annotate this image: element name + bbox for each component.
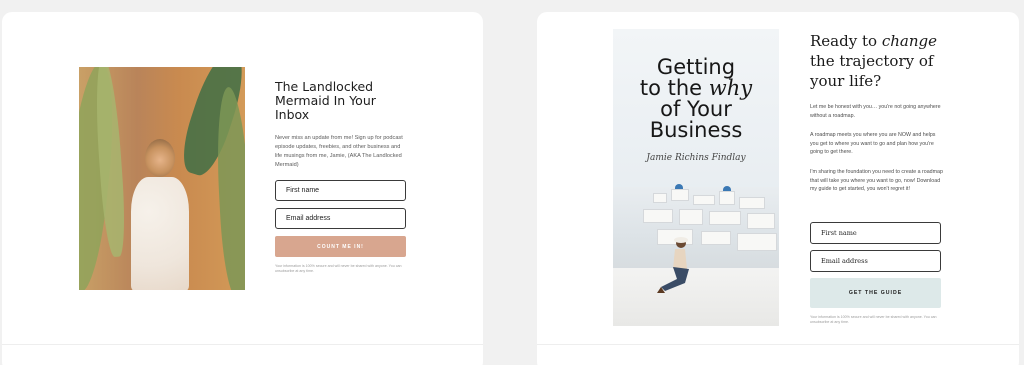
- optin-card-right: Getting to the why of Your Business Jami…: [537, 12, 1019, 365]
- mermaid-photo: [79, 67, 245, 290]
- email-placeholder: Email address: [821, 257, 868, 265]
- count-me-in-button[interactable]: COUNT ME IN!: [275, 236, 406, 257]
- newsletter-description: Never miss an update from me! Sign up fo…: [275, 135, 403, 168]
- cover-title-line3: of Your: [660, 97, 732, 121]
- cover-title: Getting to the why of Your Business: [613, 57, 779, 141]
- first-name-field[interactable]: First name: [275, 180, 406, 201]
- first-name-placeholder: First name: [286, 187, 320, 194]
- guide-copy: Ready to change the trajectory of your l…: [810, 31, 945, 194]
- email-field[interactable]: Email address: [810, 250, 941, 272]
- cover-author: Jamie Richins Findlay: [646, 153, 746, 163]
- newsletter-form: The Landlocked Mermaid In Your Inbox Nev…: [275, 80, 407, 274]
- guide-heading-post: the trajectory of your life?: [810, 52, 934, 90]
- privacy-note: Your information is 100% secure and will…: [810, 315, 937, 324]
- cover-title-line1: Getting: [656, 55, 736, 79]
- guide-paragraph-3: I'm sharing the foundation you need to c…: [810, 168, 943, 193]
- optin-card-left: The Landlocked Mermaid In Your Inbox Nev…: [2, 12, 483, 365]
- first-name-placeholder: First name: [821, 229, 857, 237]
- seated-woman-figure: [657, 237, 689, 293]
- privacy-note: Your information is 100% secure and will…: [275, 264, 402, 273]
- get-the-guide-button[interactable]: GET THE GUIDE: [810, 278, 941, 308]
- cover-title-line4: Business: [649, 118, 743, 142]
- newsletter-title: The Landlocked Mermaid In Your Inbox: [275, 79, 376, 122]
- guide-form: First name Email address GET THE GUIDE Y…: [810, 222, 941, 325]
- card-divider: [537, 344, 1019, 345]
- guide-heading: Ready to change the trajectory of your l…: [810, 31, 945, 91]
- guide-paragraph-1: Let me be honest with you… you're not go…: [810, 104, 941, 119]
- guide-heading-emph: change: [881, 32, 937, 50]
- cover-title-line2: to the why: [613, 78, 779, 99]
- guide-cover-image: Getting to the why of Your Business Jami…: [613, 29, 779, 326]
- email-field[interactable]: Email address: [275, 208, 406, 229]
- card-divider: [2, 344, 483, 345]
- email-placeholder: Email address: [286, 215, 331, 222]
- guide-paragraph-2: A roadmap meets you where you are NOW an…: [810, 132, 936, 156]
- first-name-field[interactable]: First name: [810, 222, 941, 244]
- guide-heading-pre: Ready to: [810, 32, 878, 50]
